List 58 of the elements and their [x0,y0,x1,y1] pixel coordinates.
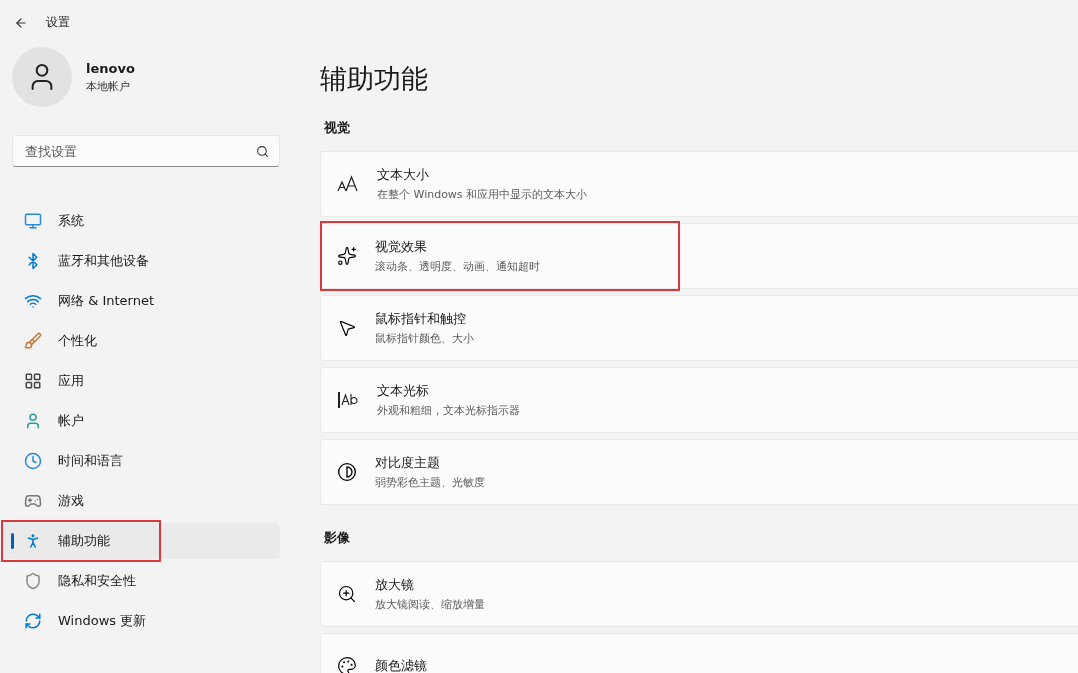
page-title: 辅助功能 [320,62,429,96]
card-subtitle: 滚动条、透明度、动画、通知超时 [375,259,540,274]
sidebar-item[interactable]: 个性化 [2,323,280,359]
pointer-icon [337,318,357,338]
monitor-icon [24,212,42,230]
clock-icon [24,452,42,470]
refresh-icon [24,612,42,630]
settings-card[interactable]: 颜色滤镜 [320,633,1078,673]
window-title: 设置 [46,14,70,31]
sidebar-item[interactable]: 游戏 [2,483,280,519]
sidebar-item[interactable]: 蓝牙和其他设备 [2,243,280,279]
settings-card[interactable]: 视觉效果 滚动条、透明度、动画、通知超时 [320,223,1078,289]
settings-card[interactable]: 文本大小 在整个 Windows 和应用中显示的文本大小 [320,151,1078,217]
settings-card[interactable]: 文本光标 外观和粗细，文本光标指示器 [320,367,1078,433]
back-icon[interactable] [14,15,28,30]
gamepad-icon [24,492,42,510]
account-name: lenovo [86,60,135,76]
sidebar-item[interactable]: 帐户 [2,403,280,439]
card-title: 鼠标指针和触控 [375,310,467,328]
apps-icon [24,372,42,390]
card-title: 文本大小 [377,166,430,184]
card-subtitle: 弱势彩色主题、光敏度 [375,475,485,490]
section-heading: 视觉 [324,119,351,137]
card-subtitle: 放大镜阅读、缩放增量 [375,597,485,612]
card-title: 放大镜 [375,576,415,594]
card-title: 颜色滤镜 [375,657,427,673]
settings-card[interactable]: 对比度主题 弱势彩色主题、光敏度 [320,439,1078,505]
sidebar-item[interactable]: 系统 [2,203,280,239]
contrast-icon [337,462,357,482]
search-icon [256,144,269,158]
section-heading: 影像 [324,529,351,547]
card-subtitle: 在整个 Windows 和应用中显示的文本大小 [377,187,588,202]
selection-indicator [11,533,14,549]
card-title: 视觉效果 [375,238,428,256]
person-icon [24,412,42,430]
sidebar-item[interactable]: 辅助功能 [2,523,280,559]
settings-card[interactable]: 鼠标指针和触控 鼠标指针颜色、大小 [320,295,1078,361]
card-title: 文本光标 [377,382,430,400]
text-cursor-icon [337,390,359,410]
shield-icon [24,572,42,590]
sidebar-item[interactable]: 网络 & Internet [2,283,280,319]
card-title: 对比度主题 [375,454,441,472]
text-size-icon [337,175,359,193]
sidebar-item[interactable]: 应用 [2,363,280,399]
search-input[interactable]: 查找设置 [23,142,256,160]
sidebar-item[interactable]: Windows 更新 [2,603,280,639]
sparkle-icon [337,246,357,266]
search-field[interactable]: 查找设置 [12,135,280,167]
account-type: 本地帐户 [86,78,131,94]
settings-card[interactable]: 放大镜 放大镜阅读、缩放增量 [320,561,1078,627]
card-subtitle: 外观和粗细，文本光标指示器 [377,403,520,418]
palette-icon [337,656,357,673]
sidebar-item[interactable]: 隐私和安全性 [2,563,280,599]
brush-icon [24,332,42,350]
wifi-icon [24,292,42,310]
magnifier-icon [337,584,357,604]
card-subtitle: 鼠标指针颜色、大小 [375,331,474,346]
sidebar-item[interactable]: 时间和语言 [2,443,280,479]
